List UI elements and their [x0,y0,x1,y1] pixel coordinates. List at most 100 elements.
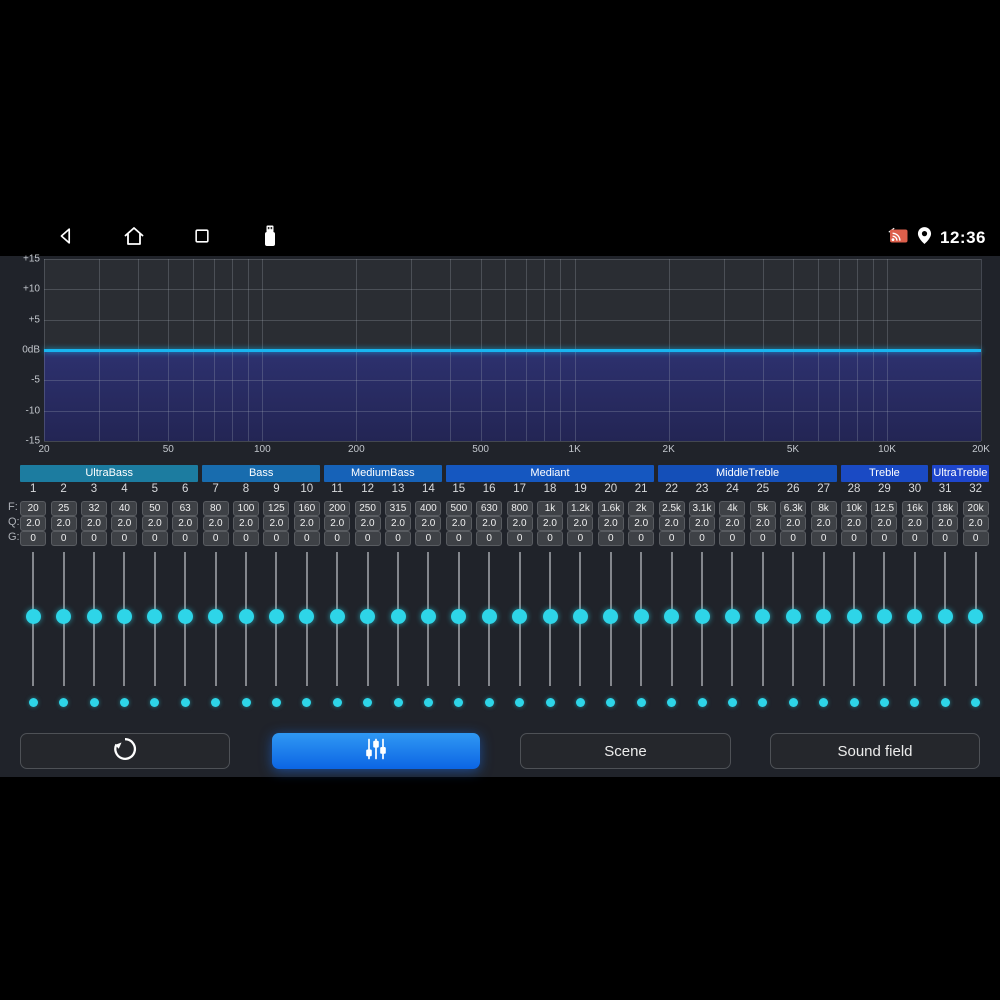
q-value-cell[interactable]: 2.0 [871,516,898,531]
slider-knob[interactable] [542,609,558,625]
slider-knob[interactable] [451,609,467,625]
q-value-cell[interactable]: 2.0 [445,516,472,531]
freq-value-cell[interactable]: 20k [962,501,989,516]
scene-button[interactable]: Scene [520,733,731,769]
slider-knob[interactable] [299,609,315,625]
q-value-cell[interactable]: 2.0 [506,516,533,531]
freq-value-cell[interactable]: 800 [506,501,533,516]
q-value-cell[interactable]: 2.0 [233,516,259,531]
freq-value-cell[interactable]: 5k [749,501,776,516]
q-value-cell[interactable]: 2.0 [20,516,47,531]
slider-knob[interactable] [390,609,406,625]
slider-knob[interactable] [664,609,680,625]
freq-value-cell[interactable]: 12.5 [871,501,898,516]
slider-knob[interactable] [572,609,588,625]
gain-value-cell[interactable]: 0 [172,531,199,546]
q-value-cell[interactable]: 2.0 [415,516,442,531]
q-value-cell[interactable]: 2.0 [50,516,77,531]
freq-value-cell[interactable]: 500 [445,501,472,516]
q-value-cell[interactable]: 2.0 [202,516,229,531]
gain-value-cell[interactable]: 0 [810,531,837,546]
slider-knob[interactable] [420,609,436,625]
slider-knob[interactable] [329,609,345,625]
slider-knob[interactable] [907,609,923,625]
q-value-cell[interactable]: 2.0 [901,516,928,531]
slider-knob[interactable] [937,609,953,625]
q-value-cell[interactable]: 2.0 [810,516,837,531]
q-value-cell[interactable]: 2.0 [689,516,715,531]
gain-value-cell[interactable]: 0 [445,531,472,546]
gain-value-cell[interactable]: 0 [962,531,989,546]
q-value-cell[interactable]: 2.0 [293,516,320,531]
gain-value-cell[interactable]: 0 [506,531,533,546]
q-value-cell[interactable]: 2.0 [385,516,411,531]
q-value-cell[interactable]: 2.0 [841,516,867,531]
gain-value-cell[interactable]: 0 [597,531,624,546]
q-value-cell[interactable]: 2.0 [476,516,503,531]
sound-field-button[interactable]: Sound field [770,733,980,769]
slider-knob[interactable] [268,609,284,625]
gain-value-cell[interactable]: 0 [537,531,563,546]
freq-value-cell[interactable]: 1.6k [597,501,624,516]
freq-value-cell[interactable]: 630 [476,501,503,516]
gain-value-cell[interactable]: 0 [628,531,655,546]
q-value-cell[interactable]: 2.0 [141,516,168,531]
freq-value-cell[interactable]: 160 [293,501,320,516]
freq-value-cell[interactable]: 125 [263,501,290,516]
q-value-cell[interactable]: 2.0 [780,516,807,531]
slider-knob[interactable] [25,609,41,625]
q-value-cell[interactable]: 2.0 [354,516,381,531]
freq-value-cell[interactable]: 250 [354,501,381,516]
freq-value-cell[interactable]: 80 [202,501,229,516]
slider-knob[interactable] [724,609,740,625]
freq-value-cell[interactable]: 40 [111,501,138,516]
q-value-cell[interactable]: 2.0 [749,516,776,531]
q-value-cell[interactable]: 2.0 [932,516,959,531]
slider-knob[interactable] [694,609,710,625]
freq-value-cell[interactable]: 16k [901,501,928,516]
gain-value-cell[interactable]: 0 [263,531,290,546]
gain-value-cell[interactable]: 0 [81,531,107,546]
slider-knob[interactable] [603,609,619,625]
gain-value-cell[interactable]: 0 [202,531,229,546]
q-value-cell[interactable]: 2.0 [537,516,563,531]
q-value-cell[interactable]: 2.0 [263,516,290,531]
slider-knob[interactable] [177,609,193,625]
reset-button[interactable] [20,733,230,769]
freq-value-cell[interactable]: 3.1k [689,501,715,516]
slider-knob[interactable] [56,609,72,625]
freq-value-cell[interactable]: 1.2k [567,501,594,516]
gain-value-cell[interactable]: 0 [780,531,807,546]
gain-value-cell[interactable]: 0 [689,531,715,546]
slider-knob[interactable] [816,609,832,625]
q-value-cell[interactable]: 2.0 [567,516,594,531]
gain-value-cell[interactable]: 0 [293,531,320,546]
freq-value-cell[interactable]: 18k [932,501,959,516]
slider-knob[interactable] [208,609,224,625]
gain-value-cell[interactable]: 0 [324,531,351,546]
slider-knob[interactable] [876,609,892,625]
q-value-cell[interactable]: 2.0 [962,516,989,531]
gain-value-cell[interactable]: 0 [749,531,776,546]
gain-value-cell[interactable]: 0 [932,531,959,546]
slider-knob[interactable] [360,609,376,625]
freq-value-cell[interactable]: 315 [385,501,411,516]
q-value-cell[interactable]: 2.0 [597,516,624,531]
slider-knob[interactable] [86,609,102,625]
equalizer-button[interactable] [272,733,480,769]
q-value-cell[interactable]: 2.0 [81,516,107,531]
slider-knob[interactable] [481,609,497,625]
gain-value-cell[interactable]: 0 [141,531,168,546]
freq-value-cell[interactable]: 6.3k [780,501,807,516]
slider-knob[interactable] [512,609,528,625]
gain-value-cell[interactable]: 0 [567,531,594,546]
slider-knob[interactable] [147,609,163,625]
freq-value-cell[interactable]: 2.5k [658,501,685,516]
home-button[interactable] [122,226,146,250]
gain-value-cell[interactable]: 0 [385,531,411,546]
gain-value-cell[interactable]: 0 [719,531,746,546]
gain-value-cell[interactable]: 0 [476,531,503,546]
gain-value-cell[interactable]: 0 [658,531,685,546]
freq-value-cell[interactable]: 63 [172,501,199,516]
freq-value-cell[interactable]: 20 [20,501,47,516]
